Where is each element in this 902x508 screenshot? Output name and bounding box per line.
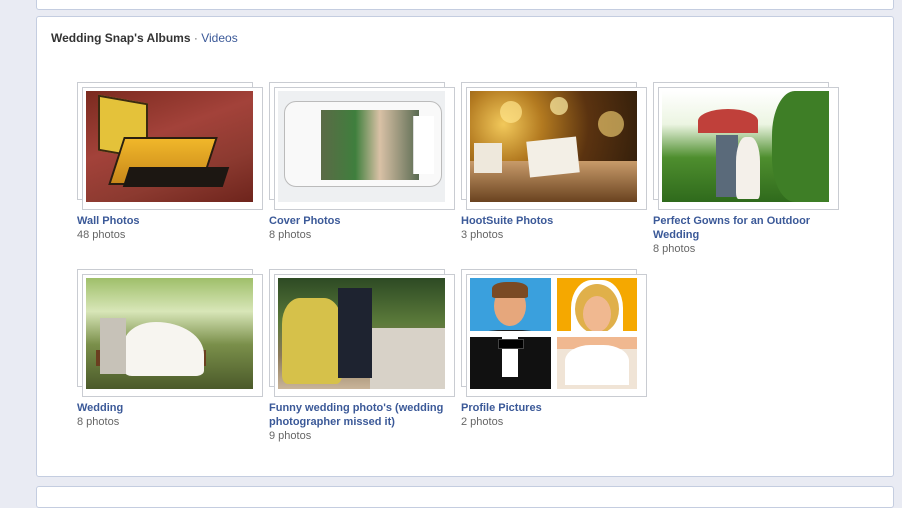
thumbnail-shape (498, 338, 524, 349)
album-stack-front (466, 87, 647, 210)
thumbnail-shape (550, 97, 568, 115)
album-wall-photos: Wall Photos 48 photos (77, 82, 263, 242)
album-photo-count: 8 photos (653, 243, 696, 255)
albums-heading: Wedding Snap's Albums · Videos (51, 31, 238, 45)
album-hootsuite-photos: HootSuite Photos 3 photos (461, 82, 647, 242)
thumbnail-shape (582, 296, 611, 331)
thumbnail-shape (500, 101, 522, 123)
thumbnail-shape (100, 318, 126, 374)
album-stack-front (658, 87, 839, 210)
thumbnail-shape (122, 167, 230, 187)
album-cover-stack[interactable] (461, 82, 647, 210)
thumbnail-shape (370, 328, 445, 389)
wedding-dress-icon (556, 336, 637, 389)
album-title-link[interactable]: Funny wedding photo's (wedding photograp… (269, 401, 451, 429)
album-cover-stack[interactable] (269, 269, 455, 397)
next-panel (36, 486, 894, 508)
album-cover-stack[interactable] (77, 269, 263, 397)
thumbnail-shape (526, 136, 580, 178)
album-wedding: Wedding 8 photos (77, 269, 263, 429)
album-stack-front (274, 87, 455, 210)
album-profile-pictures: Profile Pictures 2 photos (461, 269, 647, 429)
album-title-link[interactable]: Wedding (77, 401, 259, 415)
thumbnail-shape (492, 282, 528, 298)
album-photo-count: 48 photos (77, 229, 126, 241)
thumbnail-shape (321, 110, 419, 180)
thumbnail-shape (564, 344, 629, 385)
thumbnail-shape (282, 298, 342, 384)
album-cover-stack[interactable] (461, 269, 647, 397)
heading-separator: · (193, 31, 198, 45)
thumbnail-shape (736, 137, 760, 199)
album-title-link[interactable]: Cover Photos (269, 214, 451, 228)
thumbnail-shape (474, 143, 502, 173)
album-photo-count: 2 photos (461, 416, 504, 428)
album-stack-front (82, 274, 263, 397)
album-perfect-gowns: Perfect Gowns for an Outdoor Wedding 8 p… (653, 82, 839, 256)
album-photo-count: 8 photos (77, 416, 120, 428)
album-stack-front (82, 87, 263, 210)
album-thumbnail (470, 91, 637, 202)
thumbnail-shape (598, 111, 624, 137)
thumbnail-shape (772, 91, 829, 202)
album-cover-stack[interactable] (269, 82, 455, 210)
album-title-link[interactable]: Wall Photos (77, 214, 259, 228)
album-photo-count: 3 photos (461, 229, 504, 241)
album-thumbnail (278, 278, 445, 389)
album-photo-count: 9 photos (269, 430, 312, 442)
album-funny-wedding: Funny wedding photo's (wedding photograp… (269, 269, 455, 443)
previous-panel (36, 0, 894, 10)
thumbnail-shape (338, 288, 372, 378)
thumbnail-shape (474, 330, 546, 331)
thumbnail-shape (124, 322, 204, 376)
album-cover-stack[interactable] (653, 82, 839, 210)
album-thumbnail (662, 91, 829, 202)
thumbnail-shape (413, 116, 434, 174)
album-stack-front (466, 274, 647, 397)
album-title-link[interactable]: Profile Pictures (461, 401, 643, 415)
album-title-link[interactable]: Perfect Gowns for an Outdoor Wedding (653, 214, 835, 242)
album-photo-count: 8 photos (269, 229, 312, 241)
album-title-link[interactable]: HootSuite Photos (461, 214, 643, 228)
thumbnail-shape (716, 135, 738, 197)
album-cover-photos: Cover Photos 8 photos (269, 82, 455, 242)
tuxedo-icon (470, 336, 551, 389)
album-thumbnail (470, 278, 637, 389)
album-cover-stack[interactable] (77, 82, 263, 210)
thumbnail-shape (284, 101, 442, 187)
groom-avatar-icon (470, 278, 551, 331)
album-thumbnail (86, 91, 253, 202)
thumbnail-shape (698, 109, 758, 133)
videos-link[interactable]: Videos (201, 31, 237, 45)
albums-heading-title: Wedding Snap's Albums (51, 31, 191, 45)
bride-avatar-icon (556, 278, 637, 331)
album-thumbnail (86, 278, 253, 389)
album-thumbnail (278, 91, 445, 202)
album-stack-front (274, 274, 455, 397)
